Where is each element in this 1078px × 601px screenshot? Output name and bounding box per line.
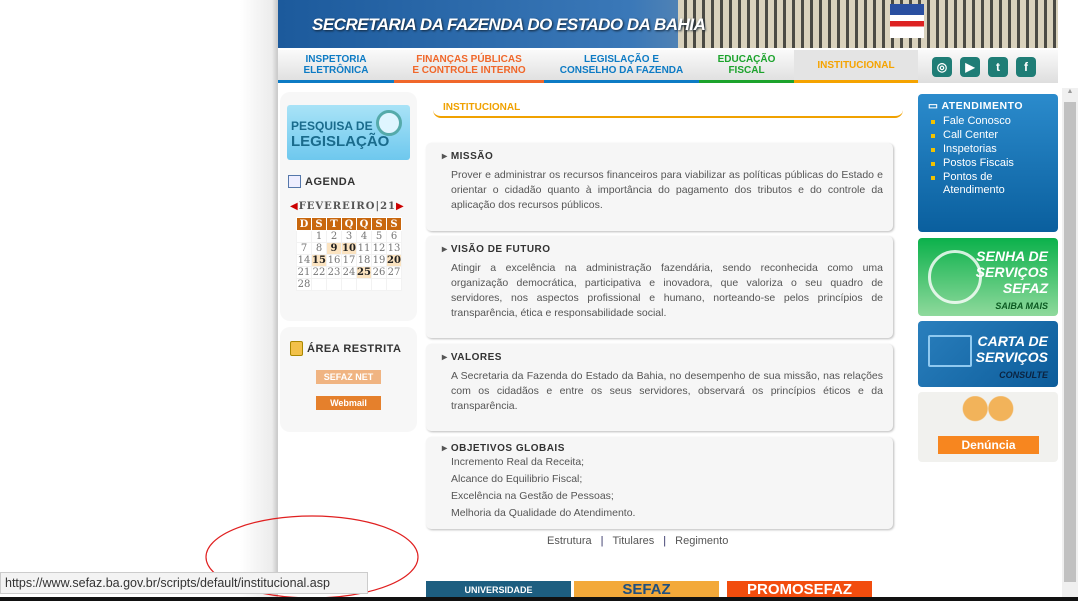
status-bar-url: https://www.sefaz.ba.gov.br/scripts/defa… bbox=[0, 572, 368, 594]
annotation-overlay bbox=[205, 515, 419, 599]
taskbar-edge bbox=[0, 597, 1078, 601]
